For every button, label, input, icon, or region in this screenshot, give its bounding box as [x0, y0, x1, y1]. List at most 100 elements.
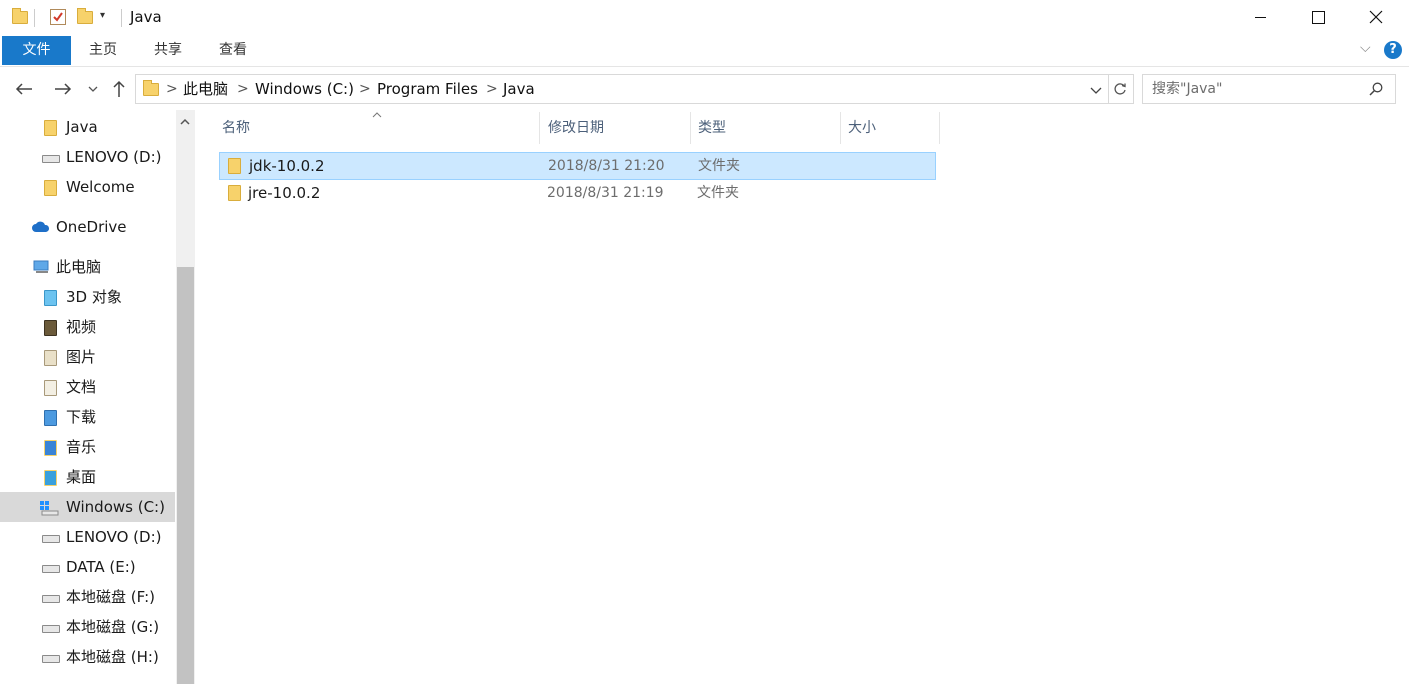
column-header-size[interactable]: 大小: [848, 112, 876, 144]
sidebar-item-documents[interactable]: 文档: [0, 372, 175, 402]
minimize-icon: [1254, 16, 1266, 18]
sidebar-item-java[interactable]: Java: [0, 112, 175, 142]
up-button[interactable]: [107, 77, 131, 101]
file-date-modified: 2018/8/31 21:20: [548, 158, 665, 174]
tab-share[interactable]: 共享: [143, 36, 193, 65]
column-divider[interactable]: [939, 112, 940, 144]
sidebar-item-music[interactable]: 音乐: [0, 432, 175, 462]
folder-desktop-icon: [44, 470, 57, 486]
sidebar-item-this-pc[interactable]: 此电脑: [0, 252, 175, 282]
search-box[interactable]: 搜索"Java": [1142, 74, 1396, 104]
column-header-type[interactable]: 类型: [698, 112, 726, 144]
column-header-name[interactable]: 名称: [222, 112, 250, 144]
file-row[interactable]: jre-10.0.2 2018/8/31 21:19 文件夹: [220, 180, 935, 206]
drive-icon: [42, 595, 60, 603]
sidebar-item-local-disk-f[interactable]: 本地磁盘 (F:): [0, 582, 175, 612]
maximize-button[interactable]: [1289, 0, 1347, 34]
customize-toolbar-icon[interactable]: ▾: [100, 10, 105, 21]
sidebar-item-pictures[interactable]: 图片: [0, 342, 175, 372]
title-bar: ▾ Java: [0, 0, 1409, 36]
drive-icon: [42, 655, 60, 663]
tab-view[interactable]: 查看: [208, 36, 258, 65]
sidebar-item-data-e[interactable]: DATA (E:): [0, 552, 175, 582]
breadcrumb-windows-c[interactable]: Windows (C:): [255, 75, 354, 103]
expand-ribbon-icon[interactable]: ⌵: [1360, 40, 1371, 56]
sidebar-item-label: Windows (C:): [66, 498, 165, 516]
sidebar-item-videos[interactable]: 视频: [0, 312, 175, 342]
refresh-button[interactable]: [1107, 74, 1134, 104]
folder-documents-icon: [44, 380, 57, 396]
forward-button[interactable]: [51, 77, 75, 101]
breadcrumb-program-files[interactable]: Program Files: [377, 75, 478, 103]
sidebar-item-local-disk-h[interactable]: 本地磁盘 (H:): [0, 642, 175, 672]
sidebar-item-downloads[interactable]: 下载: [0, 402, 175, 432]
computer-icon: [33, 260, 49, 273]
folder-icon: [44, 180, 57, 196]
drive-icon: [42, 625, 60, 633]
sidebar-scrollbar-thumb[interactable]: [177, 267, 194, 684]
file-type: 文件夹: [698, 158, 740, 174]
sidebar-item-lenovo-d[interactable]: LENOVO (D:): [0, 142, 175, 172]
recent-locations-button[interactable]: [84, 77, 102, 101]
sidebar-item-label: Java: [66, 118, 98, 136]
sidebar-item-welcome[interactable]: Welcome: [0, 172, 175, 202]
new-folder-icon[interactable]: [77, 8, 93, 24]
file-name: jdk-10.0.2: [249, 157, 325, 175]
breadcrumb-this-pc[interactable]: 此电脑: [183, 75, 228, 103]
file-date-modified: 2018/8/31 21:19: [547, 185, 664, 201]
tab-file[interactable]: 文件: [2, 36, 71, 65]
sidebar-item-lenovo-d-2[interactable]: LENOVO (D:): [0, 522, 175, 552]
close-button[interactable]: [1347, 0, 1405, 34]
sidebar-item-label: 视频: [66, 318, 97, 336]
address-history-button[interactable]: [1090, 84, 1102, 100]
sidebar-item-label: DATA (E:): [66, 558, 136, 576]
back-button[interactable]: [12, 77, 36, 101]
breadcrumb-java[interactable]: Java: [503, 75, 535, 103]
sidebar-item-windows-c[interactable]: Windows (C:): [0, 492, 175, 522]
refresh-icon: [1114, 83, 1126, 95]
folder-music-icon: [44, 440, 57, 456]
divider: [121, 9, 122, 27]
sidebar-item-label: 本地磁盘 (F:): [66, 588, 155, 606]
column-divider[interactable]: [539, 112, 540, 144]
scroll-up-icon[interactable]: [180, 118, 190, 125]
sidebar-item-label: 桌面: [66, 468, 97, 486]
sidebar-item-3d-objects[interactable]: 3D 对象: [0, 282, 175, 312]
sidebar-item-label: 本地磁盘 (G:): [66, 618, 160, 636]
folder-icon: [44, 120, 57, 136]
ribbon: 文件 主页 共享 查看 ⌵ ?: [0, 36, 1409, 67]
sidebar-item-label: 音乐: [66, 438, 97, 456]
folder-icon: [12, 8, 28, 24]
breadcrumb-separator[interactable]: >: [237, 75, 249, 103]
sidebar-item-label: 下载: [66, 408, 97, 426]
folder-icon: [228, 158, 241, 174]
folder-pictures-icon: [44, 350, 57, 366]
divider: [34, 9, 35, 27]
sidebar-item-label: 图片: [66, 348, 97, 366]
drive-icon: [42, 535, 60, 543]
search-input[interactable]: 搜索"Java": [1152, 75, 1222, 103]
sort-ascending-icon: [372, 112, 382, 118]
sidebar-item-label: 文档: [66, 378, 97, 396]
column-divider[interactable]: [840, 112, 841, 144]
breadcrumb-separator[interactable]: >: [486, 75, 498, 103]
help-icon[interactable]: ?: [1384, 41, 1402, 59]
windows-drive-icon: [40, 501, 59, 516]
sidebar-item-label: LENOVO (D:): [66, 148, 162, 166]
sidebar-item-onedrive[interactable]: OneDrive: [0, 212, 175, 242]
file-row[interactable]: jdk-10.0.2 2018/8/31 21:20 文件夹: [219, 152, 936, 180]
folder-3d-icon: [44, 290, 57, 306]
minimize-button[interactable]: [1231, 0, 1289, 34]
column-divider[interactable]: [690, 112, 691, 144]
properties-icon[interactable]: [50, 9, 66, 25]
column-header-date-modified[interactable]: 修改日期: [548, 112, 604, 144]
search-icon[interactable]: [1369, 82, 1383, 96]
sidebar-item-local-disk-g[interactable]: 本地磁盘 (G:): [0, 612, 175, 642]
breadcrumb-separator[interactable]: >: [359, 75, 371, 103]
sidebar-item-label: OneDrive: [56, 218, 127, 236]
tab-home[interactable]: 主页: [78, 36, 128, 65]
sidebar-item-desktop[interactable]: 桌面: [0, 462, 175, 492]
chevron-down-icon: [88, 86, 98, 92]
breadcrumb-separator[interactable]: >: [166, 75, 178, 103]
address-bar[interactable]: > 此电脑 > Windows (C:) > Program Files > J…: [135, 74, 1109, 104]
